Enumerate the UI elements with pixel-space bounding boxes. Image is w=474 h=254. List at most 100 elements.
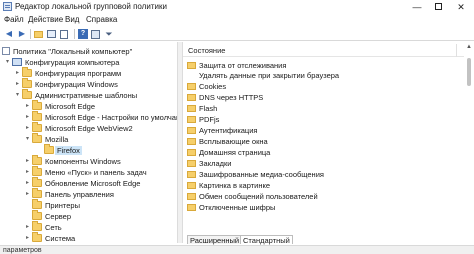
tree-item-local-policy[interactable]: Политика "Локальный компьютер": [0, 46, 177, 57]
tree-item-server[interactable]: Сервер: [0, 210, 177, 222]
list-item[interactable]: Зашифрованные медиа-сообщения: [183, 170, 461, 180]
scroll-thumb[interactable]: [467, 58, 471, 86]
folder-icon: [22, 67, 32, 77]
policy-doc-icon: [2, 47, 10, 55]
back-icon[interactable]: ◀: [4, 29, 14, 39]
folder-icon: [187, 160, 196, 167]
folder-icon: [32, 155, 42, 165]
forward-icon[interactable]: ▶: [17, 29, 27, 39]
expand-arrow-icon[interactable]: ▸: [24, 189, 31, 200]
folder-icon: [32, 210, 42, 220]
expand-arrow-icon[interactable]: ▸: [24, 233, 31, 243]
folder-icon: [32, 188, 42, 198]
folder-icon: [32, 111, 42, 121]
title-bar: Редактор локальной групповой политики — …: [0, 0, 474, 14]
status-bar: параметров: [0, 245, 474, 254]
expand-arrow-icon[interactable]: ▸: [24, 178, 31, 189]
tree-item-windows-components[interactable]: ▸ Компоненты Windows: [0, 155, 177, 167]
tab-extended[interactable]: Расширенный: [187, 235, 243, 245]
tree-item-ms-edge-defaults[interactable]: ▸ Microsoft Edge - Настройки по умолчан: [0, 111, 177, 123]
settings-list: Состояние Защита от отслеживания Удалять…: [183, 42, 474, 243]
scroll-up-icon[interactable]: ▲: [465, 44, 473, 50]
folder-icon: [187, 204, 196, 211]
tree-item-mozilla[interactable]: ▾ Mozilla: [0, 133, 177, 145]
list-item[interactable]: Картинка в картинке: [183, 181, 461, 191]
folder-icon: [187, 127, 196, 134]
export-list-icon[interactable]: [60, 29, 70, 39]
column-header-state[interactable]: Состояние: [188, 46, 225, 55]
list-item[interactable]: Отключенные шифры: [183, 203, 461, 213]
tree-item-network[interactable]: ▸ Сеть: [0, 221, 177, 233]
collapse-arrow-icon[interactable]: ▾: [24, 134, 31, 145]
folder-icon: [187, 138, 196, 145]
list-item[interactable]: Flash: [183, 104, 461, 114]
list-item[interactable]: Аутентификация: [183, 126, 461, 136]
folder-icon: [187, 149, 196, 156]
folder-icon: [187, 116, 196, 123]
maximize-button[interactable]: [427, 0, 449, 14]
menu-bar: Файл Действие Вид Справка: [0, 14, 474, 27]
folder-icon: [187, 62, 196, 69]
list-item[interactable]: Cookies: [183, 82, 461, 92]
tree-item-admin-templates[interactable]: ▾ Административные шаблоны: [0, 89, 177, 101]
tree-item-edge-update[interactable]: ▸ Обновление Microsoft Edge: [0, 177, 177, 189]
list-column-header[interactable]: Состояние: [183, 44, 474, 57]
folder-icon: [44, 144, 54, 154]
folder-icon: [32, 199, 42, 209]
folder-icon: [187, 83, 196, 90]
menu-action[interactable]: Действие: [28, 15, 63, 24]
show-hide-tree-icon[interactable]: [47, 29, 57, 39]
tree-item-printers[interactable]: Принтеры: [0, 199, 177, 211]
vertical-scrollbar[interactable]: ▲: [464, 42, 474, 243]
expand-arrow-icon[interactable]: ▸: [24, 222, 31, 233]
computer-icon: [12, 58, 22, 66]
tree-item-start-taskbar[interactable]: ▸ Меню «Пуск» и панель задач: [0, 166, 177, 178]
tree-item-ms-edge[interactable]: ▸ Microsoft Edge: [0, 100, 177, 112]
expand-arrow-icon[interactable]: ▸: [14, 79, 21, 90]
folder-up-icon[interactable]: [34, 29, 44, 39]
menu-file[interactable]: Файл: [4, 15, 24, 24]
tree-item-system[interactable]: ▸ Система: [0, 232, 177, 243]
filter-icon[interactable]: ⏷: [104, 29, 114, 39]
expand-arrow-icon[interactable]: ▸: [24, 101, 31, 112]
folder-icon: [32, 100, 42, 110]
expand-arrow-icon[interactable]: ▸: [24, 112, 31, 123]
tree-item-firefox[interactable]: Firefox: [0, 144, 177, 156]
properties-icon[interactable]: [91, 29, 101, 39]
list-item[interactable]: Всплывающие окна: [183, 137, 461, 147]
folder-icon: [22, 89, 32, 99]
tree-item-control-panel[interactable]: ▸ Панель управления: [0, 188, 177, 200]
folder-icon: [187, 193, 196, 200]
menu-view[interactable]: Вид: [65, 15, 79, 24]
list-item[interactable]: Закладки: [183, 159, 461, 169]
expand-arrow-icon[interactable]: ▸: [24, 123, 31, 134]
list-item[interactable]: DNS через HTTPS: [183, 93, 461, 103]
folder-icon: [32, 232, 42, 242]
list-item[interactable]: Удалять данные при закрытии браузера: [183, 71, 461, 81]
folder-icon: [32, 122, 42, 132]
list-item[interactable]: PDFjs: [183, 115, 461, 125]
collapse-arrow-icon[interactable]: ▾: [14, 90, 21, 101]
close-button[interactable]: ✕: [450, 0, 472, 14]
expand-arrow-icon[interactable]: ▸: [24, 156, 31, 167]
gpedit-app-icon: [3, 2, 12, 11]
list-item[interactable]: Домашняя страница: [183, 148, 461, 158]
folder-icon: [22, 78, 32, 88]
expand-arrow-icon[interactable]: ▸: [14, 68, 21, 79]
folder-icon: [32, 177, 42, 187]
minimize-button[interactable]: —: [406, 0, 428, 14]
window-title: Редактор локальной групповой политики: [15, 2, 167, 11]
tree-item-ms-edge-webview2[interactable]: ▸ Microsoft Edge WebView2: [0, 122, 177, 134]
expand-arrow-icon[interactable]: ▸: [24, 167, 31, 178]
menu-help[interactable]: Справка: [86, 15, 117, 24]
list-item[interactable]: Защита от отслеживания: [183, 61, 461, 71]
help-icon[interactable]: ?: [78, 29, 88, 39]
folder-icon: [32, 166, 42, 176]
status-text: параметров: [3, 247, 42, 254]
toolbar: ◀ ▶ ? ⏷: [0, 27, 474, 41]
folder-icon: [32, 133, 42, 143]
tab-standard[interactable]: Стандартный: [240, 235, 293, 245]
collapse-arrow-icon[interactable]: ▾: [4, 57, 11, 68]
list-item[interactable]: Обмен сообщений пользователей: [183, 192, 461, 202]
folder-icon: [187, 94, 196, 101]
